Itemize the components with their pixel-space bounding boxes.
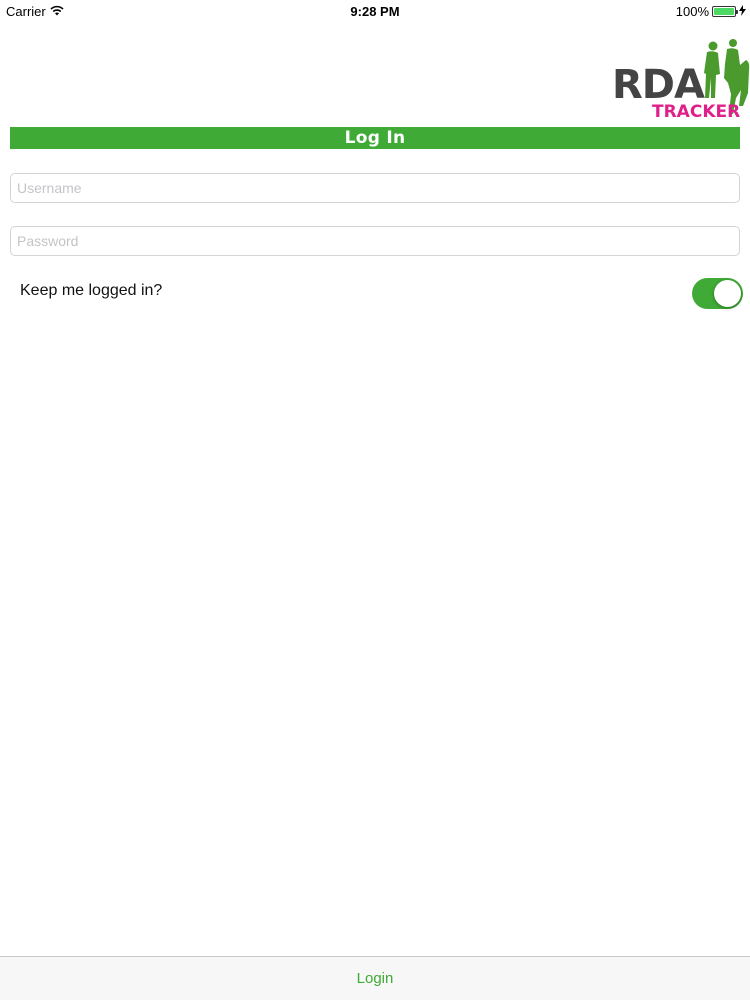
battery-percent: 100% [675,4,709,19]
keep-logged-in-toggle[interactable] [692,278,743,309]
bottom-toolbar: Login [0,956,750,1000]
password-field[interactable] [10,226,740,256]
status-bar: Carrier 9:28 PM 100% [0,0,750,22]
battery-icon [712,6,738,17]
page-title: Log In [344,128,406,148]
toggle-knob[interactable] [714,280,741,307]
battery-fill [714,8,734,15]
username-field[interactable] [10,173,740,203]
status-right: 100% [676,4,746,19]
status-time: 9:28 PM [350,4,400,19]
keep-logged-in-label: Keep me logged in? [20,282,163,299]
logo-sub-text: TRACKER [652,102,740,122]
rda-tracker-logo: RDA TRACKER [612,38,750,122]
page-title-bar: Log In [10,127,740,149]
login-button[interactable]: Login [357,970,394,987]
bolt-icon [739,4,746,19]
